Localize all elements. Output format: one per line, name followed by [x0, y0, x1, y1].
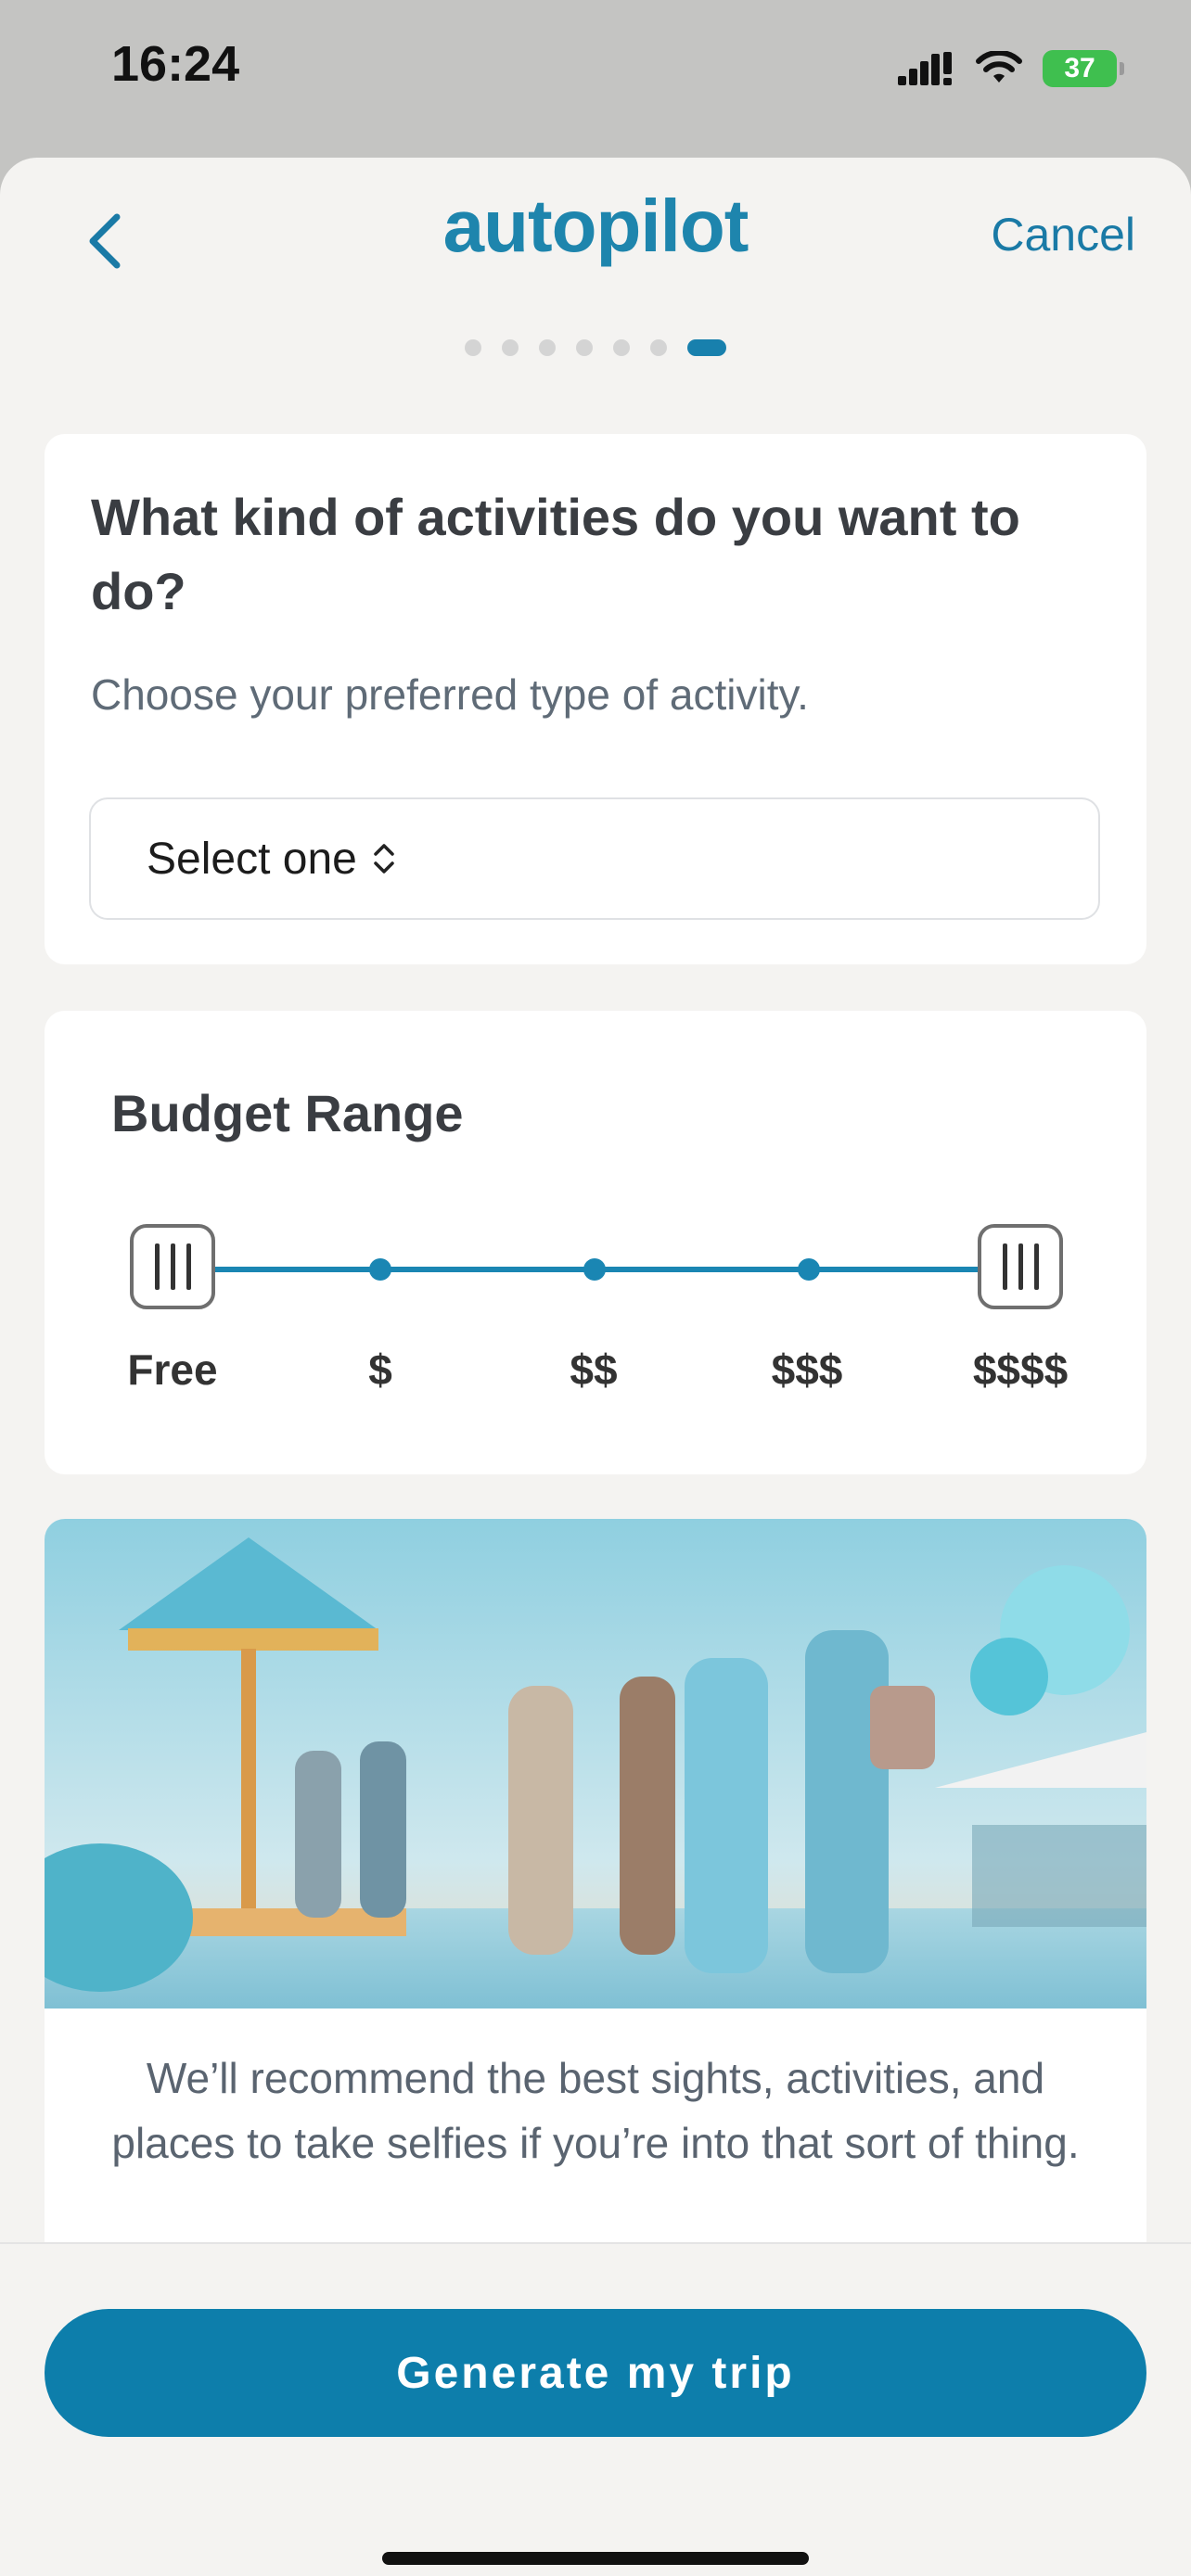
wifi-icon	[976, 51, 1022, 83]
battery-icon: 37	[1043, 50, 1124, 87]
slider-handle-min[interactable]	[130, 1224, 215, 1309]
progress-dot	[613, 339, 630, 356]
modal-sheet: autopilot Cancel What kind of activities…	[0, 158, 1191, 2576]
budget-label: $$$$	[972, 1345, 1069, 1394]
progress-dot	[539, 339, 556, 356]
activity-question: What kind of activities do you want to d…	[91, 488, 1020, 620]
home-indicator	[382, 2552, 809, 2565]
progress-dot	[502, 339, 519, 356]
activity-select[interactable]: Select one	[89, 797, 1100, 920]
status-bar: 16:24 37	[0, 0, 1191, 158]
activity-card: What kind of activities do you want to d…	[45, 434, 1146, 964]
battery-level: 37	[1064, 53, 1095, 83]
cancel-button[interactable]: Cancel	[991, 208, 1135, 261]
progress-dot-active	[687, 339, 726, 356]
slider-tick	[369, 1258, 391, 1281]
progress-dot	[576, 339, 593, 356]
recommendation-card: We’ll recommend the best sights, activit…	[45, 1519, 1146, 2289]
progress-dot	[650, 339, 667, 356]
budget-card: Budget Range Free $ $$ $$$ $$$$	[45, 1011, 1146, 1474]
slider-tick	[583, 1258, 606, 1281]
budget-label: $$	[570, 1345, 618, 1394]
activity-subtitle: Choose your preferred type of activity.	[91, 670, 809, 719]
budget-label: $$$	[771, 1345, 843, 1394]
signal-icon	[898, 52, 952, 85]
status-icons: 37	[898, 45, 1124, 93]
activity-select-value: Select one	[147, 834, 357, 884]
status-time: 16:24	[111, 36, 240, 92]
progress-dot	[465, 339, 481, 356]
footer: Generate my trip	[0, 2242, 1191, 2576]
budget-title: Budget Range	[111, 1084, 464, 1142]
header: autopilot Cancel	[0, 158, 1191, 315]
budget-label: $	[368, 1345, 392, 1394]
slider-tick	[798, 1258, 820, 1281]
budget-label: Free	[127, 1345, 218, 1394]
recommendation-text: We’ll recommend the best sights, activit…	[111, 2054, 1080, 2167]
generate-trip-button[interactable]: Generate my trip	[45, 2309, 1146, 2437]
hero-illustration	[45, 1519, 1146, 2009]
chevron-up-down-icon	[374, 844, 394, 874]
budget-slider[interactable]: Free $ $$ $$$ $$$$	[45, 1205, 1146, 1394]
progress-indicator	[0, 339, 1191, 356]
slider-handle-max[interactable]	[978, 1224, 1063, 1309]
